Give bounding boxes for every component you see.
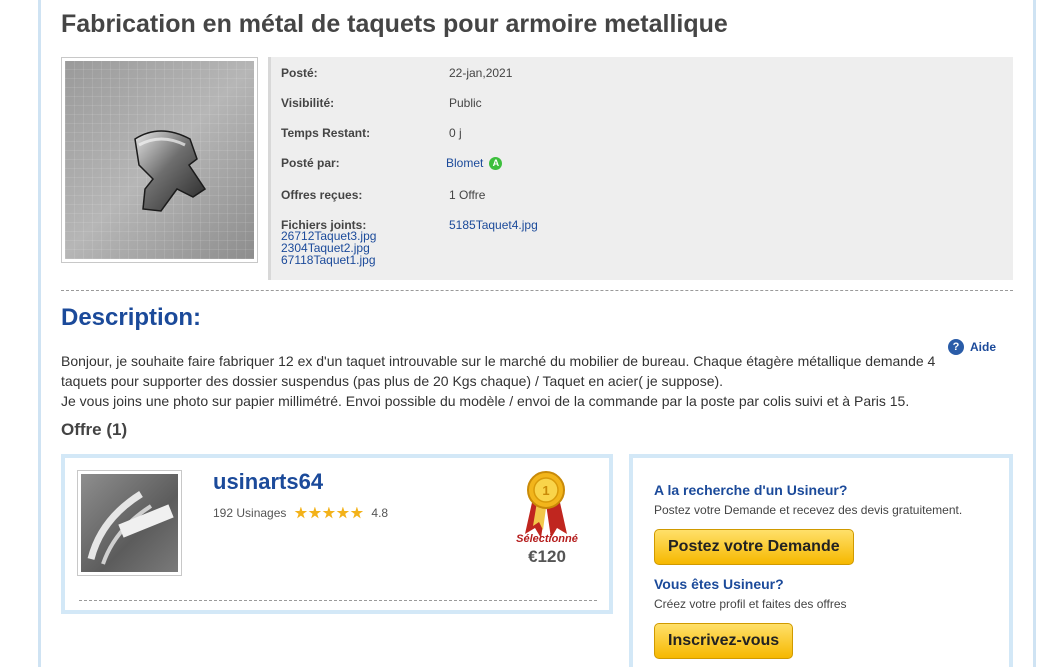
- svg-text:1: 1: [542, 483, 549, 498]
- star-icon: [294, 506, 308, 519]
- cta-heading-maker: Vous êtes Usineur?: [654, 576, 784, 592]
- supplier-stats: 192 Usinages 4.8: [213, 506, 388, 520]
- visibility-value: Public: [449, 96, 482, 110]
- file-link-main[interactable]: 5185Taquet4.jpg: [449, 218, 538, 232]
- cta-heading-client: A la recherche d'un Usineur?: [654, 482, 848, 498]
- posted-value: 22-jan,2021: [449, 66, 513, 80]
- star-icon: [322, 506, 336, 519]
- metal-part-image: [134, 130, 207, 212]
- supplier-logo-graphic: [87, 491, 174, 565]
- supplier-name-link[interactable]: usinarts64: [213, 469, 323, 495]
- help-label: Aide: [970, 340, 997, 354]
- user-type-badge-icon: A: [489, 157, 503, 171]
- page-title: Fabrication en métal de taquets pour arm…: [61, 10, 728, 38]
- posted-by-label: Posté par:: [281, 156, 340, 170]
- jobs-count: 192 Usinages: [213, 506, 287, 520]
- description-text: Bonjour, je souhaite faire fabriquer 12 …: [61, 351, 941, 411]
- description-paragraph: Bonjour, je souhaite faire fabriquer 12 …: [61, 353, 936, 389]
- offers-heading: Offre (1): [61, 420, 128, 439]
- offer-card: usinarts64 192 Usinages 4.8 1 Sélectionn…: [61, 454, 613, 614]
- star-icon: [350, 506, 364, 519]
- time-left-label: Temps Restant:: [281, 126, 371, 140]
- description-paragraph: Je vous joins une photo sur papier milli…: [61, 393, 910, 409]
- posted-by-value-wrap: Blomet A: [446, 156, 503, 171]
- help-link[interactable]: ? Aide: [948, 339, 996, 355]
- card-divider: [79, 600, 597, 601]
- offers-label: Offres reçues:: [281, 188, 363, 202]
- posted-label: Posté:: [281, 66, 318, 80]
- visibility-label: Visibilité:: [281, 96, 335, 110]
- description-heading: Description:: [61, 304, 202, 331]
- request-details-panel: Posté: 22-jan,2021 Visibilité: Public Te…: [268, 57, 1013, 280]
- supplier-avatar[interactable]: [77, 470, 182, 576]
- selected-label: Sélectionné: [516, 533, 578, 545]
- posted-by-link[interactable]: Blomet: [446, 156, 483, 170]
- signup-button[interactable]: Inscrivez-vous: [654, 623, 794, 659]
- photo-image: [65, 61, 254, 259]
- attached-files-list: 26712Taquet3.jpg 2304Taquet2.jpg 67118Ta…: [281, 230, 376, 266]
- offers-value: 1 Offre: [449, 188, 486, 202]
- cta-text-maker: Créez votre profil et faites des offres: [654, 597, 847, 611]
- post-request-button[interactable]: Postez votre Demande: [654, 529, 854, 565]
- cta-text-client: Postez votre Demande et recevez des devi…: [654, 503, 963, 517]
- supplier-logo: [81, 474, 178, 572]
- rating-value: 4.8: [371, 506, 389, 520]
- rating-stars: [294, 506, 364, 520]
- page-frame-left: [38, 0, 41, 667]
- time-left-value: 0 j: [449, 126, 462, 140]
- section-divider: [61, 290, 1013, 291]
- help-icon: ?: [948, 339, 964, 355]
- cta-sidebar: A la recherche d'un Usineur? Postez votr…: [629, 454, 1013, 667]
- star-icon: [308, 506, 322, 519]
- request-photo[interactable]: [61, 57, 258, 263]
- star-icon: [336, 506, 350, 519]
- page-frame-right: [1033, 0, 1036, 667]
- offer-price: €120: [528, 547, 566, 566]
- file-link[interactable]: 67118Taquet1.jpg: [281, 254, 376, 266]
